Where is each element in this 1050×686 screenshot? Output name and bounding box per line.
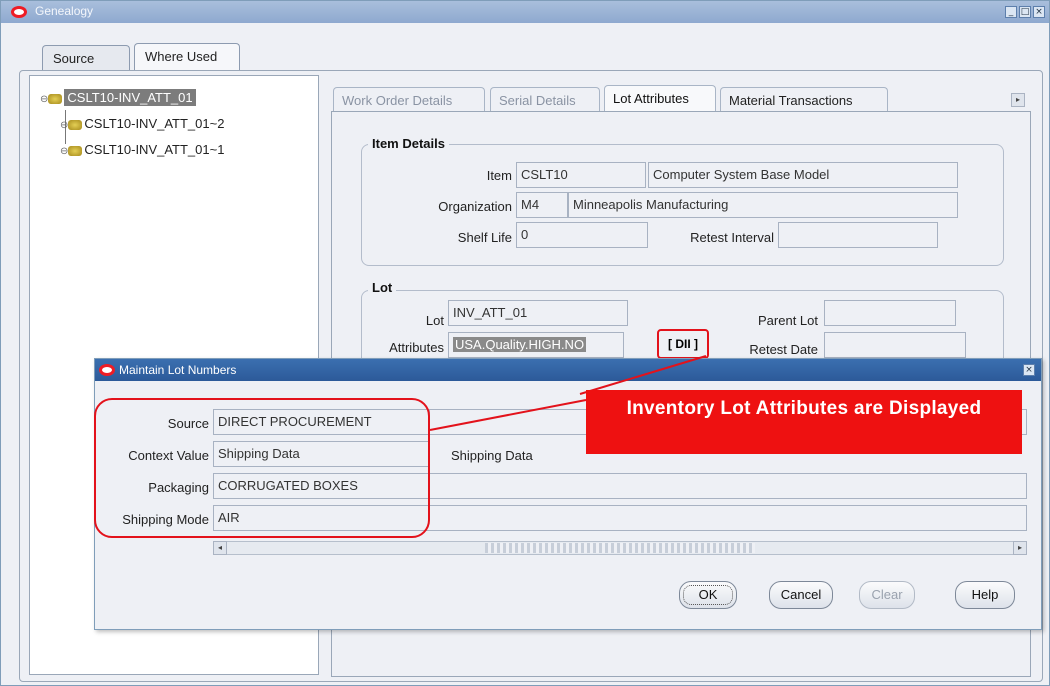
annotation-lines — [429, 355, 707, 431]
annotation-line — [429, 399, 587, 431]
annotation-callout: Inventory Lot Attributes are Displayed — [586, 390, 1022, 454]
annotation-line — [579, 355, 707, 395]
